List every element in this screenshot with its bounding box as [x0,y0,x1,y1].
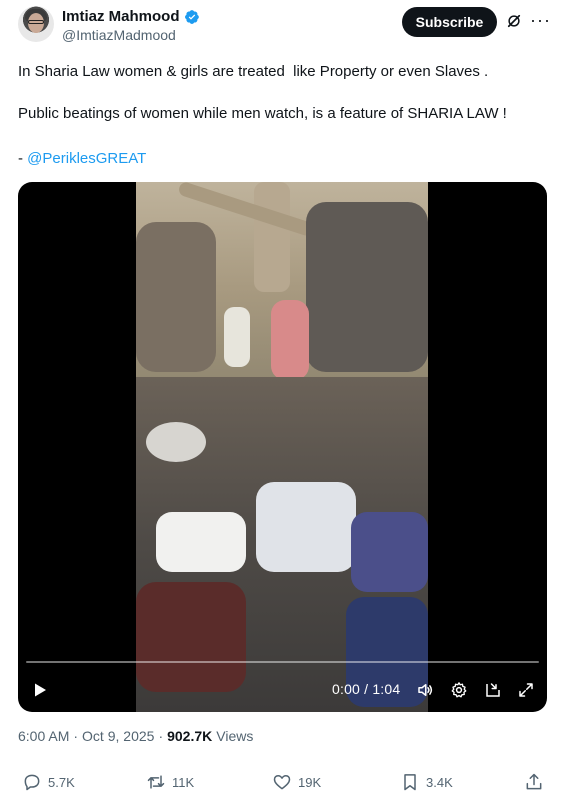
volume-icon[interactable] [416,681,434,699]
video-scene-head [146,422,206,462]
meta-separator: · [73,728,79,744]
like-count: 19K [298,774,322,790]
fullscreen-icon[interactable] [517,681,535,699]
video-scene-figure-white [224,307,250,367]
like-button[interactable]: 19K [272,772,321,792]
share-icon [526,773,542,790]
author-display-name[interactable]: Imtiaz Mahmood [62,8,180,25]
more-options-icon[interactable]: ··· [530,11,551,29]
repost-button[interactable]: 11K [146,772,194,792]
author-name-row: Imtiaz Mahmood [62,8,200,25]
settings-icon[interactable] [450,681,468,699]
meta-separator-2: · [158,728,164,744]
tweet-date[interactable]: Oct 9, 2025 [82,728,154,744]
subscribe-button[interactable]: Subscribe [402,7,497,37]
attribution-prefix: - [18,150,28,167]
bookmark-count: 3.4K [426,774,453,790]
bookmark-icon [404,774,416,791]
video-player[interactable]: 0:00 / 1:04 [18,182,547,712]
author-handle[interactable]: @ImtiazMadmood [62,27,176,43]
tweet-text-line-2: Public beatings of women while men watch… [18,105,507,122]
video-scene-shirt-dark [136,582,246,692]
video-progress-bar[interactable] [26,661,539,663]
tweet-actions-bar: 5.7K 11K 19K 3.4K [0,772,561,796]
pip-icon[interactable] [484,681,502,699]
views-label: Views [216,728,254,744]
video-frame [136,182,428,712]
avatar-glasses [28,20,44,24]
grok-icon[interactable] [505,12,523,30]
verified-badge-icon [184,9,199,24]
video-scene-shirt-blue [351,512,428,592]
video-scene-tree [254,182,290,292]
video-scene-crowd-left [136,222,216,372]
video-scene-figure-pink [271,300,309,380]
tweet-meta: 6:00 AM · Oct 9, 2025 · 902.7K Views [18,728,253,744]
video-time: 0:00 / 1:04 [332,681,401,697]
bookmark-button[interactable]: 3.4K [400,772,453,792]
mention-link[interactable]: @PeriklesGREAT [27,150,146,167]
heart-icon [273,775,291,790]
reply-count: 5.7K [48,774,75,790]
tweet-time[interactable]: 6:00 AM [18,728,69,744]
play-icon[interactable] [32,682,48,698]
video-scene-shirt-white [256,482,356,572]
reply-button[interactable]: 5.7K [22,772,75,792]
reply-icon [24,774,40,791]
tweet-text-line-3: - @PeriklesGREAT [18,149,146,169]
share-button[interactable] [524,772,544,792]
avatar[interactable] [18,6,54,42]
video-scene-crowd-right [306,202,428,372]
repost-icon [147,775,165,789]
views-count: 902.7K [167,728,213,744]
video-scene-shirt-white-2 [156,512,246,572]
repost-count: 11K [172,774,195,790]
tweet-text-line-1: In Sharia Law women & girls are treated … [18,63,489,80]
